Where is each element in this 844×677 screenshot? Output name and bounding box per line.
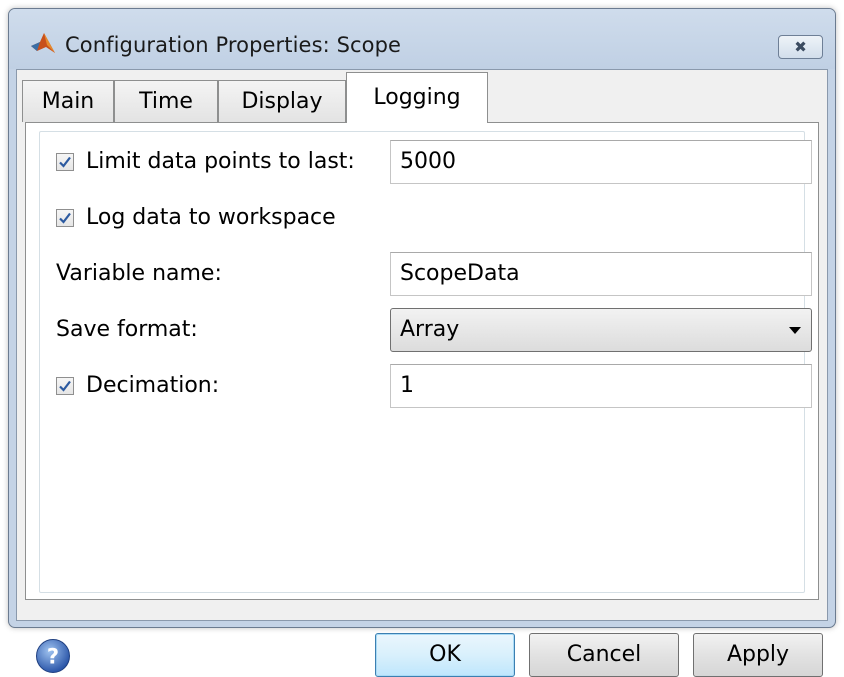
tab-main[interactable]: Main — [22, 80, 114, 122]
dialog-body: Main Time Display Logging Limit data poi… — [16, 69, 828, 677]
save-format-select[interactable]: Array — [390, 308, 812, 352]
decimation-checkbox[interactable] — [56, 377, 74, 395]
limit-points-label: Limit data points to last: — [86, 149, 355, 174]
checkmark-icon — [59, 156, 71, 168]
log-workspace-checkbox[interactable] — [56, 209, 74, 227]
limit-points-row: Limit data points to last: 5000 — [40, 140, 812, 184]
limit-points-checkbox[interactable] — [56, 153, 74, 171]
checkmark-icon — [59, 212, 71, 224]
title-bar[interactable]: Configuration Properties: Scope ✖ — [9, 9, 835, 69]
close-icon: ✖ — [794, 38, 807, 56]
decimation-label: Decimation: — [86, 373, 220, 398]
limit-points-input[interactable]: 5000 — [390, 140, 812, 184]
ok-button[interactable]: OK — [375, 633, 515, 677]
tab-time[interactable]: Time — [114, 80, 218, 122]
save-format-value: Array — [400, 317, 460, 342]
help-icon[interactable]: ? — [35, 638, 71, 674]
log-workspace-label: Log data to workspace — [86, 205, 336, 230]
dialog-window: Configuration Properties: Scope ✖ Main T… — [8, 8, 836, 677]
save-format-label: Save format: — [56, 317, 198, 342]
variable-name-input[interactable]: ScopeData — [390, 252, 812, 296]
checkmark-icon — [59, 380, 71, 392]
svg-text:?: ? — [47, 645, 59, 669]
tab-strip: Main Time Display Logging — [17, 70, 827, 123]
save-format-row: Save format: Array — [40, 308, 812, 352]
decimation-input[interactable]: 1 — [390, 364, 812, 408]
log-workspace-row: Log data to workspace — [40, 196, 804, 240]
apply-button[interactable]: Apply — [693, 633, 823, 677]
chevron-down-icon — [789, 327, 801, 334]
variable-name-label: Variable name: — [56, 261, 222, 286]
decimation-row: Decimation: 1 — [40, 364, 812, 408]
tab-display[interactable]: Display — [218, 80, 346, 122]
logging-panel: Limit data points to last: 5000 Log data… — [25, 122, 819, 600]
tab-logging[interactable]: Logging — [346, 72, 488, 123]
close-button[interactable]: ✖ — [778, 35, 823, 59]
variable-name-row: Variable name: ScopeData — [40, 252, 812, 296]
cancel-button[interactable]: Cancel — [529, 633, 679, 677]
matlab-logo-icon — [31, 33, 55, 53]
window-title: Configuration Properties: Scope — [65, 33, 402, 57]
logging-group: Limit data points to last: 5000 Log data… — [39, 131, 812, 593]
